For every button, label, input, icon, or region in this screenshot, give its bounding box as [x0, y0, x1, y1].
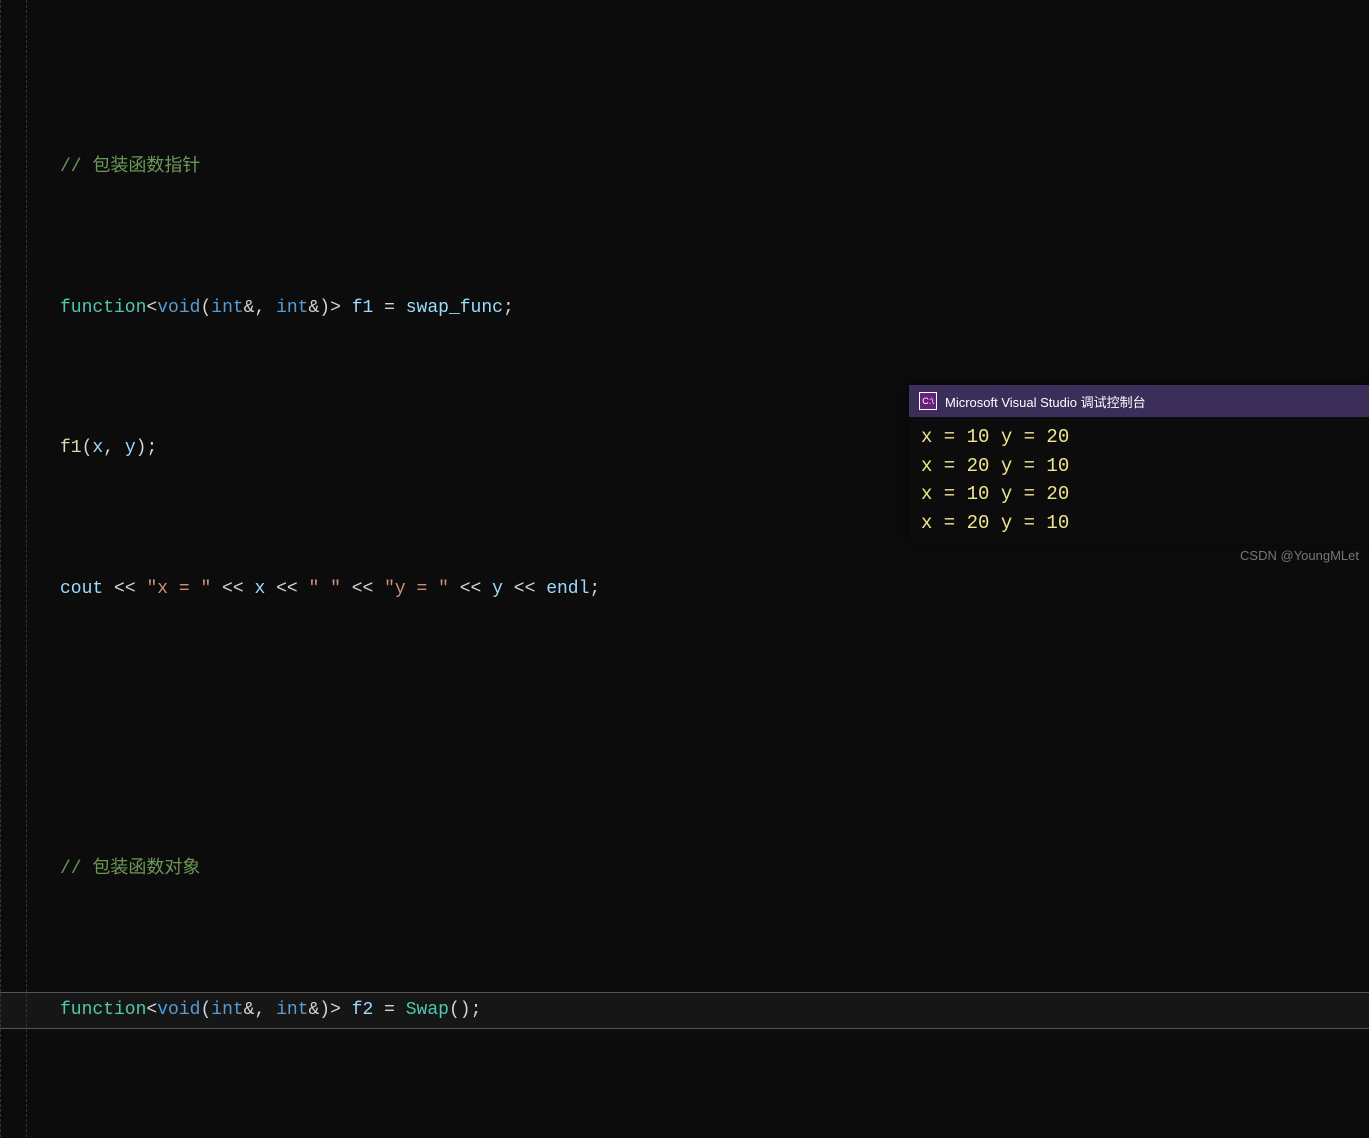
console-line: x = 10 y = 20 — [921, 423, 1357, 452]
comment: // 包装函数指针 — [60, 157, 200, 177]
watermark: CSDN @YoungMLet — [1240, 548, 1359, 563]
blank-line — [0, 712, 1369, 747]
code-line: // 包装函数对象 — [0, 852, 1369, 887]
debug-console-window[interactable]: C:\ Microsoft Visual Studio 调试控制台 x = 10… — [909, 385, 1369, 543]
console-line: x = 20 y = 10 — [921, 452, 1357, 481]
comment: // 包装函数对象 — [60, 859, 200, 879]
console-output: x = 10 y = 20 x = 20 y = 10 x = 10 y = 2… — [909, 417, 1369, 543]
code-line: function<void(int&, int&)> f1 = swap_fun… — [0, 291, 1369, 326]
console-line: x = 20 y = 10 — [921, 509, 1357, 538]
console-line: x = 10 y = 20 — [921, 480, 1357, 509]
code-line: cout << "x = " << x << " " << "y = " << … — [0, 572, 1369, 607]
code-line: // 包装函数指针 — [0, 150, 1369, 185]
editor-gutter — [0, 0, 27, 1138]
console-titlebar[interactable]: C:\ Microsoft Visual Studio 调试控制台 — [909, 385, 1369, 417]
vs-icon: C:\ — [919, 392, 937, 410]
code-editor[interactable]: // 包装函数指针 function<void(int&, int&)> f1 … — [0, 0, 1369, 1138]
console-title-text: Microsoft Visual Studio 调试控制台 — [945, 392, 1146, 411]
current-line: function<void(int&, int&)> f2 = Swap(); — [0, 993, 1369, 1028]
code-line: f2(x, y); — [0, 1133, 1369, 1138]
